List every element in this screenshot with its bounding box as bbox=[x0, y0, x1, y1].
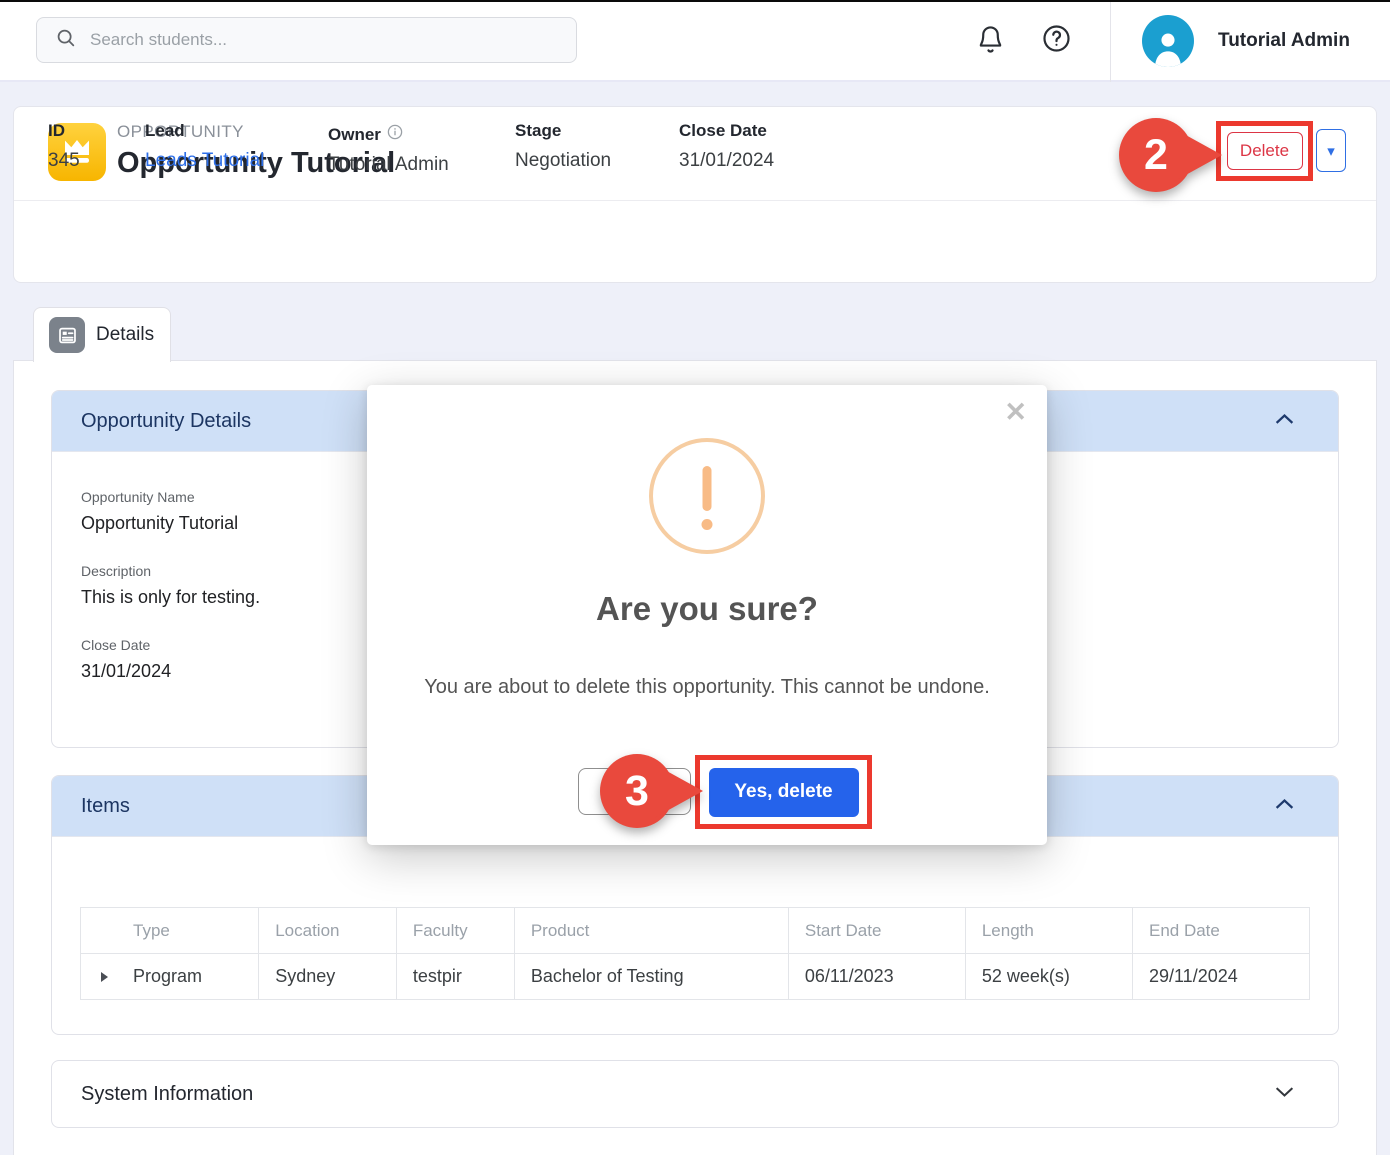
topbar-divider bbox=[1110, 0, 1111, 82]
dialog-message: You are about to delete this opportunity… bbox=[407, 673, 1007, 702]
row-expand-icon[interactable] bbox=[101, 972, 108, 982]
callout-step-3: 3 bbox=[599, 753, 703, 829]
system-information-card[interactable]: System Information bbox=[51, 1060, 1339, 1128]
collapse-button[interactable] bbox=[1271, 791, 1298, 821]
cell-end-date: 29/11/2024 bbox=[1132, 954, 1309, 1000]
chevron-up-icon bbox=[1271, 406, 1298, 436]
section-title: System Information bbox=[81, 1083, 253, 1106]
tab-details[interactable]: Details bbox=[33, 307, 171, 362]
chevron-down-icon bbox=[1271, 1078, 1298, 1110]
cell-start-date: 06/11/2023 bbox=[788, 954, 965, 1000]
help-button[interactable] bbox=[1038, 22, 1074, 58]
topbar: Tutorial Admin bbox=[0, 0, 1390, 82]
cell-location: Sydney bbox=[259, 954, 397, 1000]
search-icon bbox=[55, 27, 77, 54]
section-title: Opportunity Details bbox=[81, 410, 251, 433]
info-icon bbox=[387, 124, 403, 145]
meta-owner: Owner Tutorial Admin bbox=[328, 124, 449, 176]
search-input[interactable] bbox=[90, 30, 530, 50]
search-box[interactable] bbox=[36, 17, 577, 63]
column-type: Type bbox=[81, 908, 259, 954]
chevron-up-icon bbox=[1271, 791, 1298, 821]
help-icon bbox=[1041, 23, 1072, 57]
collapse-button[interactable] bbox=[1271, 406, 1298, 436]
column-location: Location bbox=[259, 908, 397, 954]
table-row[interactable]: Program Sydney testpir Bachelor of Testi… bbox=[81, 954, 1310, 1000]
close-icon[interactable]: ✕ bbox=[1004, 397, 1027, 428]
dialog-title: Are you sure? bbox=[367, 590, 1047, 628]
section-title: Items bbox=[81, 795, 130, 818]
confirm-delete-dialog: ✕ Are you sure? You are about to delete … bbox=[367, 385, 1047, 845]
cell-faculty: testpir bbox=[396, 954, 514, 1000]
details-doc-icon bbox=[49, 317, 85, 353]
chevron-down-icon: ▾ bbox=[1327, 143, 1335, 160]
notifications-button[interactable] bbox=[973, 24, 1007, 58]
lead-link[interactable]: Leads Tutorial bbox=[145, 150, 264, 172]
cell-product: Bachelor of Testing bbox=[514, 954, 788, 1000]
meta-lead: Lead Leads Tutorial bbox=[145, 121, 264, 172]
items-table: Type Location Faculty Product Start Date… bbox=[80, 907, 1310, 1000]
table-header-row: Type Location Faculty Product Start Date… bbox=[81, 908, 1310, 954]
column-product: Product bbox=[514, 908, 788, 954]
user-menu[interactable]: Tutorial Admin bbox=[1142, 15, 1350, 67]
meta-id: ID 345 bbox=[48, 121, 80, 172]
column-start-date: Start Date bbox=[788, 908, 965, 954]
page: Tutorial Admin OPPORTUNITY Opportunity T… bbox=[0, 0, 1390, 1155]
callout-step-2: 2 bbox=[1118, 117, 1222, 193]
confirm-highlight-box: Yes, delete bbox=[695, 755, 872, 829]
avatar bbox=[1142, 15, 1194, 67]
confirm-delete-button[interactable]: Yes, delete bbox=[709, 768, 859, 817]
delete-dropdown-button[interactable]: ▾ bbox=[1316, 129, 1346, 172]
user-name: Tutorial Admin bbox=[1218, 30, 1350, 52]
meta-close-date: Close Date 31/01/2024 bbox=[679, 121, 774, 172]
bell-icon bbox=[976, 25, 1005, 57]
cell-length: 52 week(s) bbox=[965, 954, 1132, 1000]
column-length: Length bbox=[965, 908, 1132, 954]
cell-type: Program bbox=[81, 954, 259, 1000]
column-end-date: End Date bbox=[1132, 908, 1309, 954]
window-top-edge bbox=[0, 0, 1390, 2]
tab-details-label: Details bbox=[96, 324, 154, 346]
delete-highlight-box: Delete bbox=[1216, 121, 1313, 181]
meta-stage: Stage Negotiation bbox=[515, 121, 611, 172]
warning-icon bbox=[649, 438, 765, 554]
column-faculty: Faculty bbox=[396, 908, 514, 954]
delete-button[interactable]: Delete bbox=[1227, 132, 1303, 170]
